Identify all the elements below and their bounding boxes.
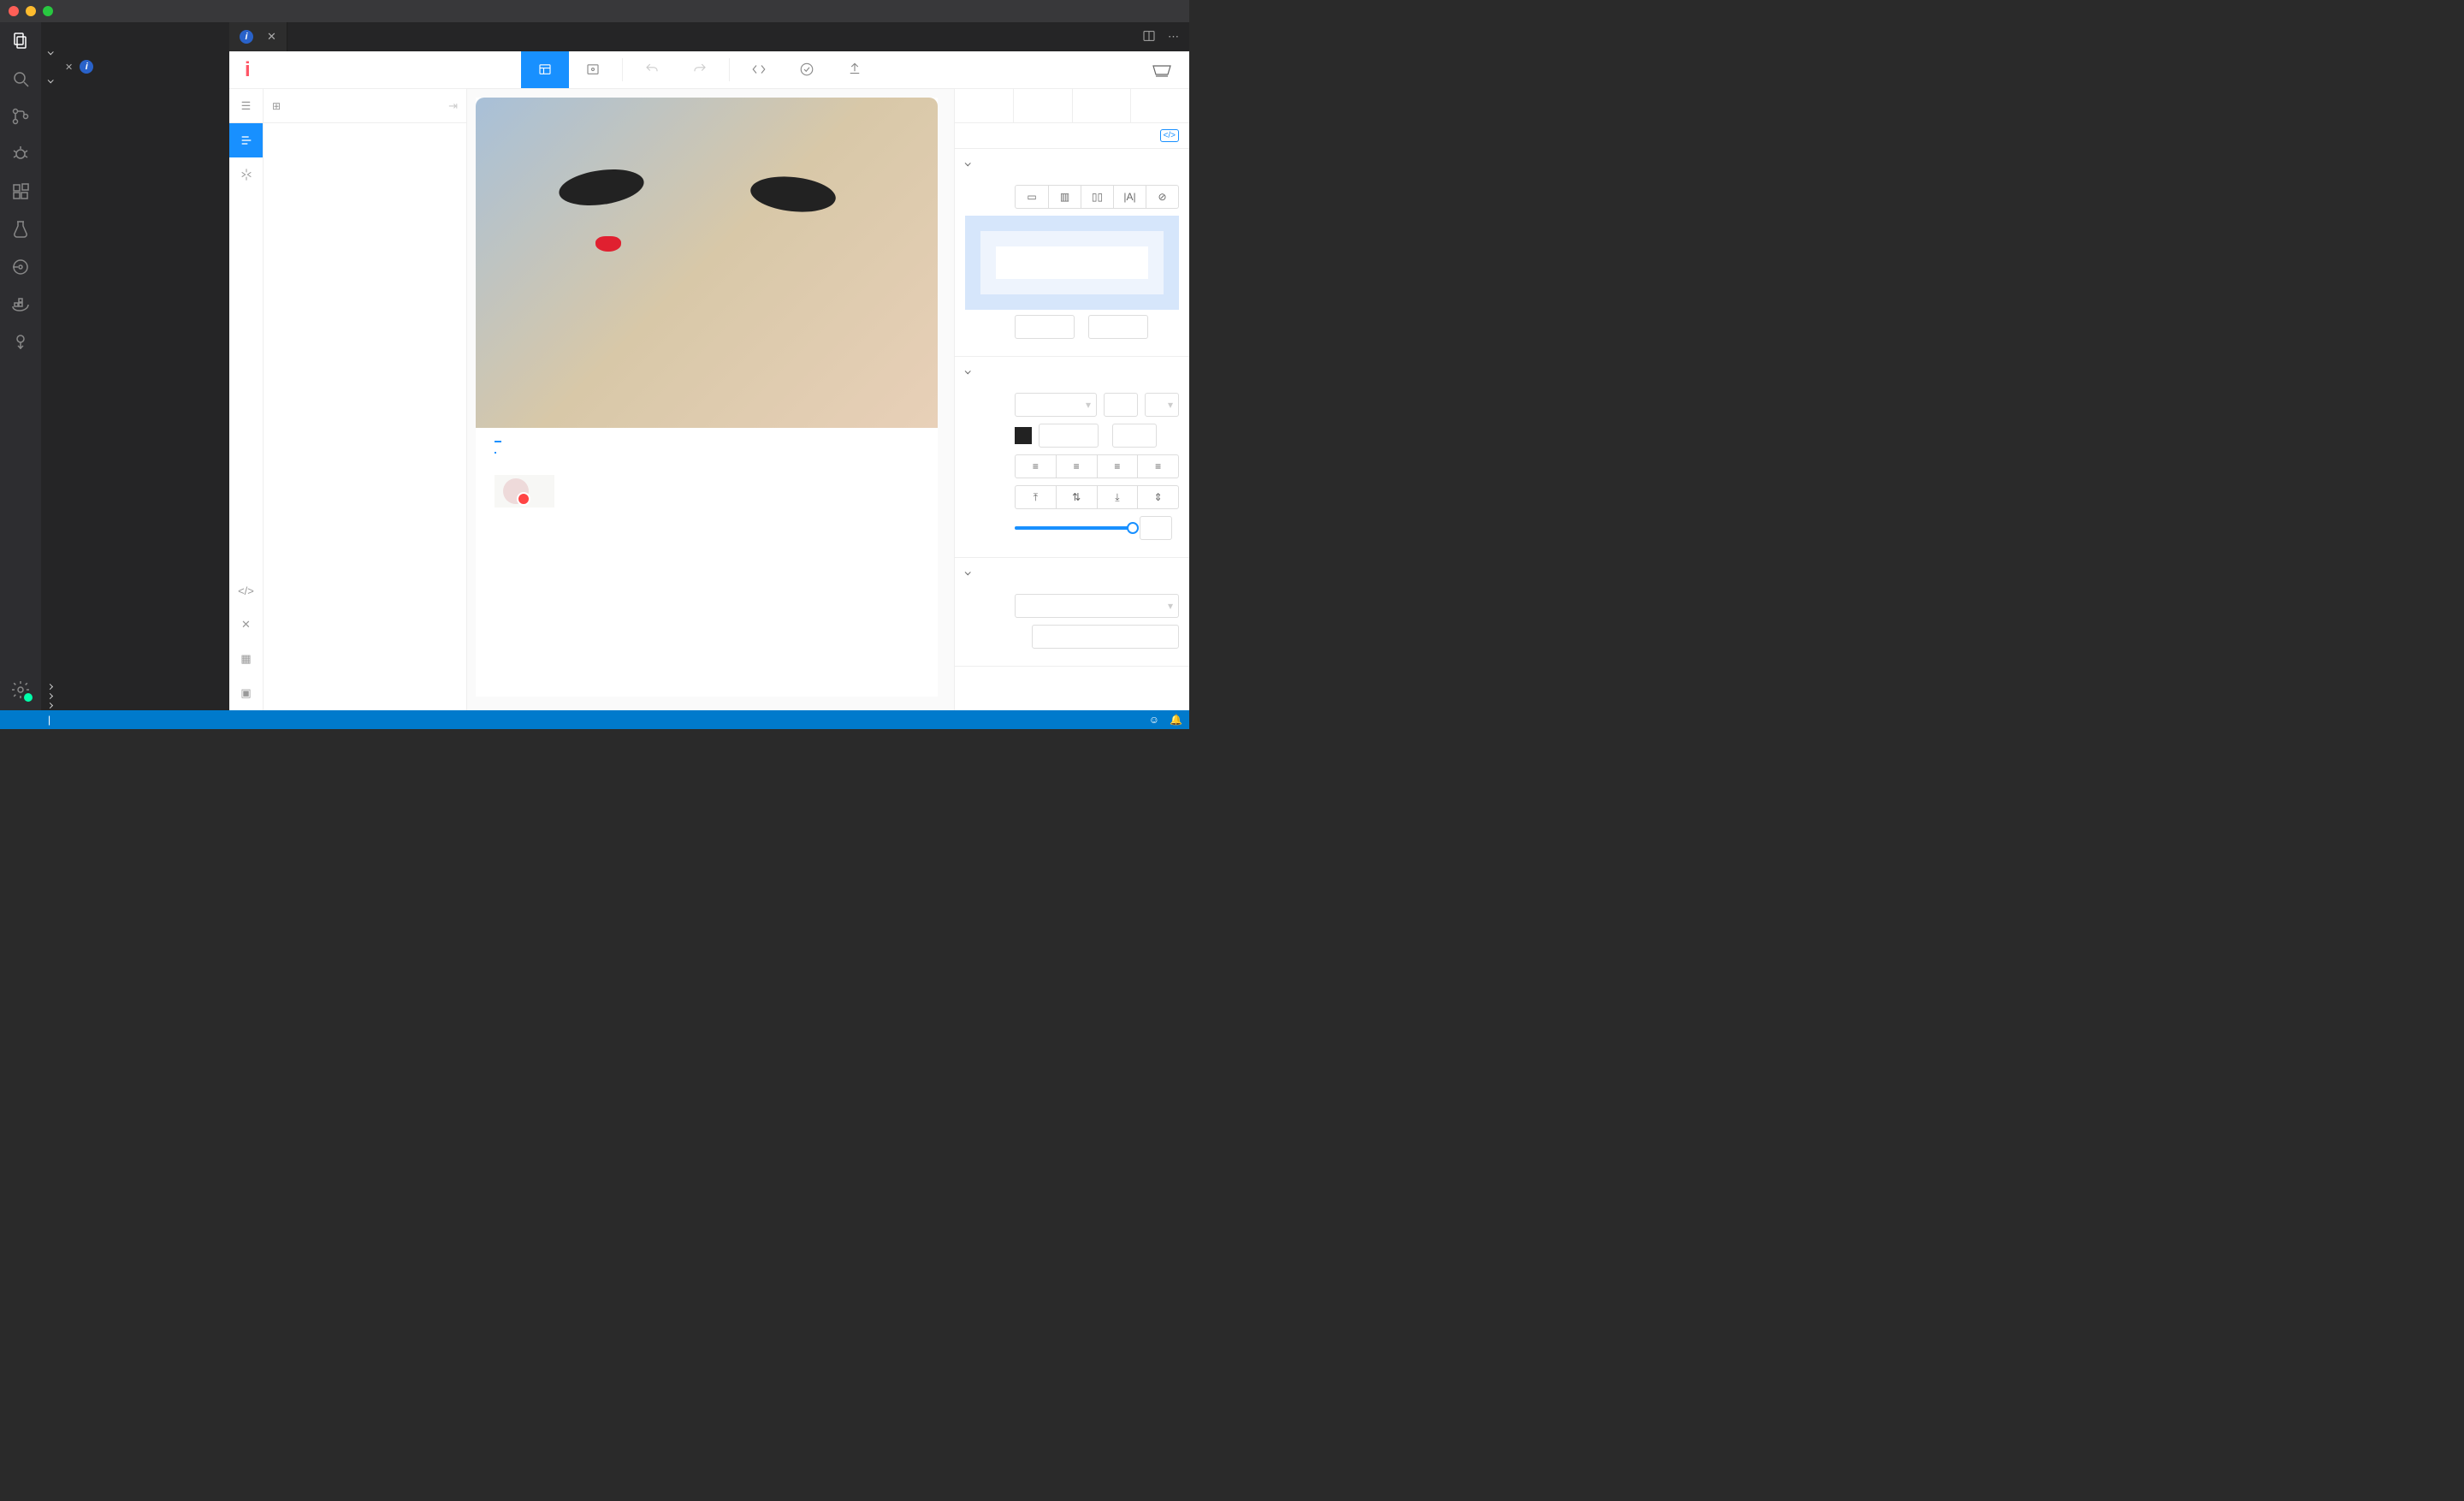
debug-icon[interactable]: [10, 144, 31, 164]
outline-header[interactable]: [41, 682, 229, 691]
rail-settings-icon[interactable]: ✕: [238, 608, 254, 642]
codespaces-icon[interactable]: [10, 257, 31, 277]
inspector-panel: </> ▭ ▥ ▯▯: [954, 89, 1189, 710]
font-weight-select[interactable]: [1015, 393, 1097, 417]
info-icon: i: [240, 30, 253, 44]
section-layout-header[interactable]: [955, 149, 1189, 178]
open-editors-header[interactable]: [41, 48, 229, 57]
height-input[interactable]: [1088, 315, 1148, 339]
editor-tab[interactable]: i ✕: [229, 22, 287, 51]
box-model-editor[interactable]: [965, 216, 1179, 310]
open-editor-item[interactable]: ✕ i: [41, 57, 229, 76]
tab-style[interactable]: [955, 89, 1013, 122]
left-rail: ☰ </> ✕ ▦ ▣: [229, 89, 264, 710]
redo-button[interactable]: [676, 51, 724, 88]
line-height-input[interactable]: [1112, 424, 1157, 448]
split-editor-icon[interactable]: [1142, 29, 1156, 45]
rail-layers-icon[interactable]: ▦: [238, 642, 254, 676]
align-justify-button[interactable]: ≡: [1137, 455, 1178, 478]
width-input[interactable]: [1015, 315, 1075, 339]
tab-data[interactable]: [1130, 89, 1189, 122]
app-toolbar: i: [229, 51, 1189, 89]
editor-tabs: i ✕ ⋯: [229, 22, 1189, 51]
valign-middle-button[interactable]: ⇅: [1056, 486, 1097, 508]
opacity-input[interactable]: [1140, 516, 1172, 540]
search-icon[interactable]: [10, 68, 31, 89]
artboard: [476, 98, 938, 697]
component-tree-panel: ⇥: [264, 89, 467, 710]
minimize-window-button[interactable]: [26, 6, 36, 16]
align-center-button[interactable]: ≡: [1056, 455, 1097, 478]
valign-top-button[interactable]: ⤒: [1016, 486, 1056, 508]
valign-stretch-button[interactable]: ⇕: [1137, 486, 1178, 508]
collapse-rail-icon[interactable]: ☰: [229, 89, 263, 123]
tree-collapse-icon[interactable]: ⇥: [448, 99, 458, 113]
todos-header[interactable]: [41, 691, 229, 701]
rail-assets-icon[interactable]: ▣: [238, 676, 254, 710]
layout-block-button[interactable]: ▭: [1016, 186, 1048, 208]
valign-bottom-button[interactable]: ⤓: [1097, 486, 1138, 508]
save-button[interactable]: [783, 51, 831, 88]
maven-header[interactable]: [41, 701, 229, 710]
more-actions-icon[interactable]: ⋯: [1168, 30, 1179, 44]
selected-element-outline[interactable]: [495, 452, 496, 454]
hero-image: [476, 98, 938, 428]
text-color-input[interactable]: [1039, 424, 1099, 448]
app-logo: i: [229, 51, 266, 88]
preview-mode-button[interactable]: [569, 51, 617, 88]
source-control-icon[interactable]: [10, 106, 31, 127]
generate-code-button[interactable]: [735, 51, 783, 88]
text-color-swatch[interactable]: [1015, 427, 1032, 444]
section-position-header[interactable]: [955, 558, 1189, 587]
opacity-slider[interactable]: [1015, 526, 1133, 530]
close-window-button[interactable]: [9, 6, 19, 16]
status-feedback-icon[interactable]: ☺: [1149, 714, 1159, 726]
rail-tree-icon[interactable]: [229, 123, 263, 157]
status-bar: | ☺ 🔔: [0, 710, 1189, 729]
test-icon[interactable]: [10, 219, 31, 240]
close-tab-icon[interactable]: ✕: [267, 30, 276, 44]
author-avatar: [503, 478, 529, 504]
rail-components-icon[interactable]: [229, 157, 263, 192]
layout-inline-button[interactable]: |A|: [1113, 186, 1146, 208]
font-unit-select[interactable]: [1145, 393, 1179, 417]
status-notifications-icon[interactable]: 🔔: [1170, 714, 1182, 726]
position-type-select[interactable]: [1015, 594, 1179, 618]
device-preview-icon[interactable]: [1134, 51, 1189, 88]
info-icon: i: [80, 60, 93, 74]
export-button[interactable]: [831, 51, 879, 88]
window-titlebar: [0, 0, 1189, 22]
docker-icon[interactable]: [10, 294, 31, 315]
workspace-header[interactable]: [41, 76, 229, 86]
layout-mode-button[interactable]: [521, 51, 569, 88]
explorer-icon[interactable]: [10, 31, 31, 51]
cloud-icon[interactable]: [10, 332, 31, 353]
settings-gear-icon[interactable]: [10, 679, 31, 700]
maximize-window-button[interactable]: [43, 6, 53, 16]
tree-root-icon: [272, 99, 281, 112]
extensions-icon[interactable]: [10, 181, 31, 202]
z-index-input[interactable]: [1032, 625, 1179, 649]
tab-attributes[interactable]: [1013, 89, 1072, 122]
section-text-header[interactable]: [955, 357, 1189, 386]
explorer-title: [41, 22, 229, 44]
design-canvas[interactable]: [467, 89, 954, 710]
align-left-button[interactable]: ≡: [1016, 455, 1056, 478]
view-code-icon[interactable]: </>: [1160, 129, 1179, 142]
tab-events[interactable]: [1072, 89, 1131, 122]
rail-code-icon[interactable]: </>: [238, 573, 254, 608]
undo-button[interactable]: [628, 51, 676, 88]
align-right-button[interactable]: ≡: [1097, 455, 1138, 478]
layout-hidden-button[interactable]: ⊘: [1146, 186, 1178, 208]
close-file-icon[interactable]: ✕: [65, 62, 73, 73]
selection-label: [495, 441, 501, 442]
font-size-input[interactable]: [1104, 393, 1138, 417]
layout-flex-row-button[interactable]: ▥: [1048, 186, 1081, 208]
layout-flex-col-button[interactable]: ▯▯: [1081, 186, 1113, 208]
activity-bar: [0, 22, 41, 710]
explorer-sidebar: ✕ i: [41, 22, 229, 710]
